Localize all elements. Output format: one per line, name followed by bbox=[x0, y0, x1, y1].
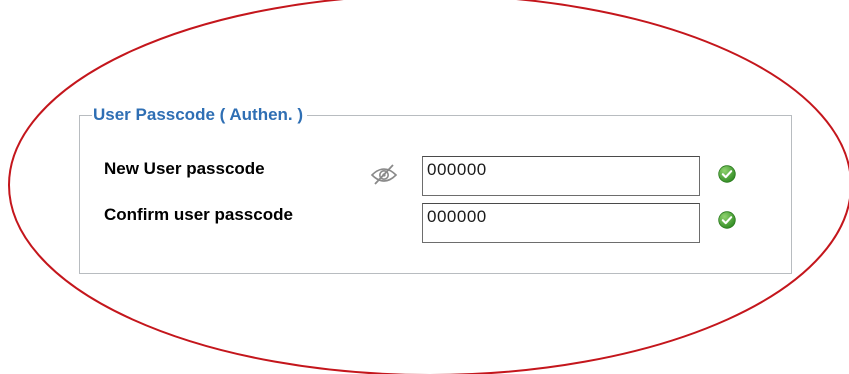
new-passcode-input[interactable] bbox=[422, 156, 700, 196]
check-circle-icon bbox=[718, 211, 736, 229]
new-passcode-label: New User passcode bbox=[104, 159, 265, 178]
confirm-passcode-input[interactable] bbox=[422, 203, 700, 243]
confirm-passcode-label: Confirm user passcode bbox=[104, 205, 293, 224]
check-circle-icon bbox=[718, 165, 736, 183]
eye-slash-icon[interactable] bbox=[369, 162, 399, 186]
fieldset-legend: User Passcode ( Authen. ) bbox=[92, 104, 308, 126]
